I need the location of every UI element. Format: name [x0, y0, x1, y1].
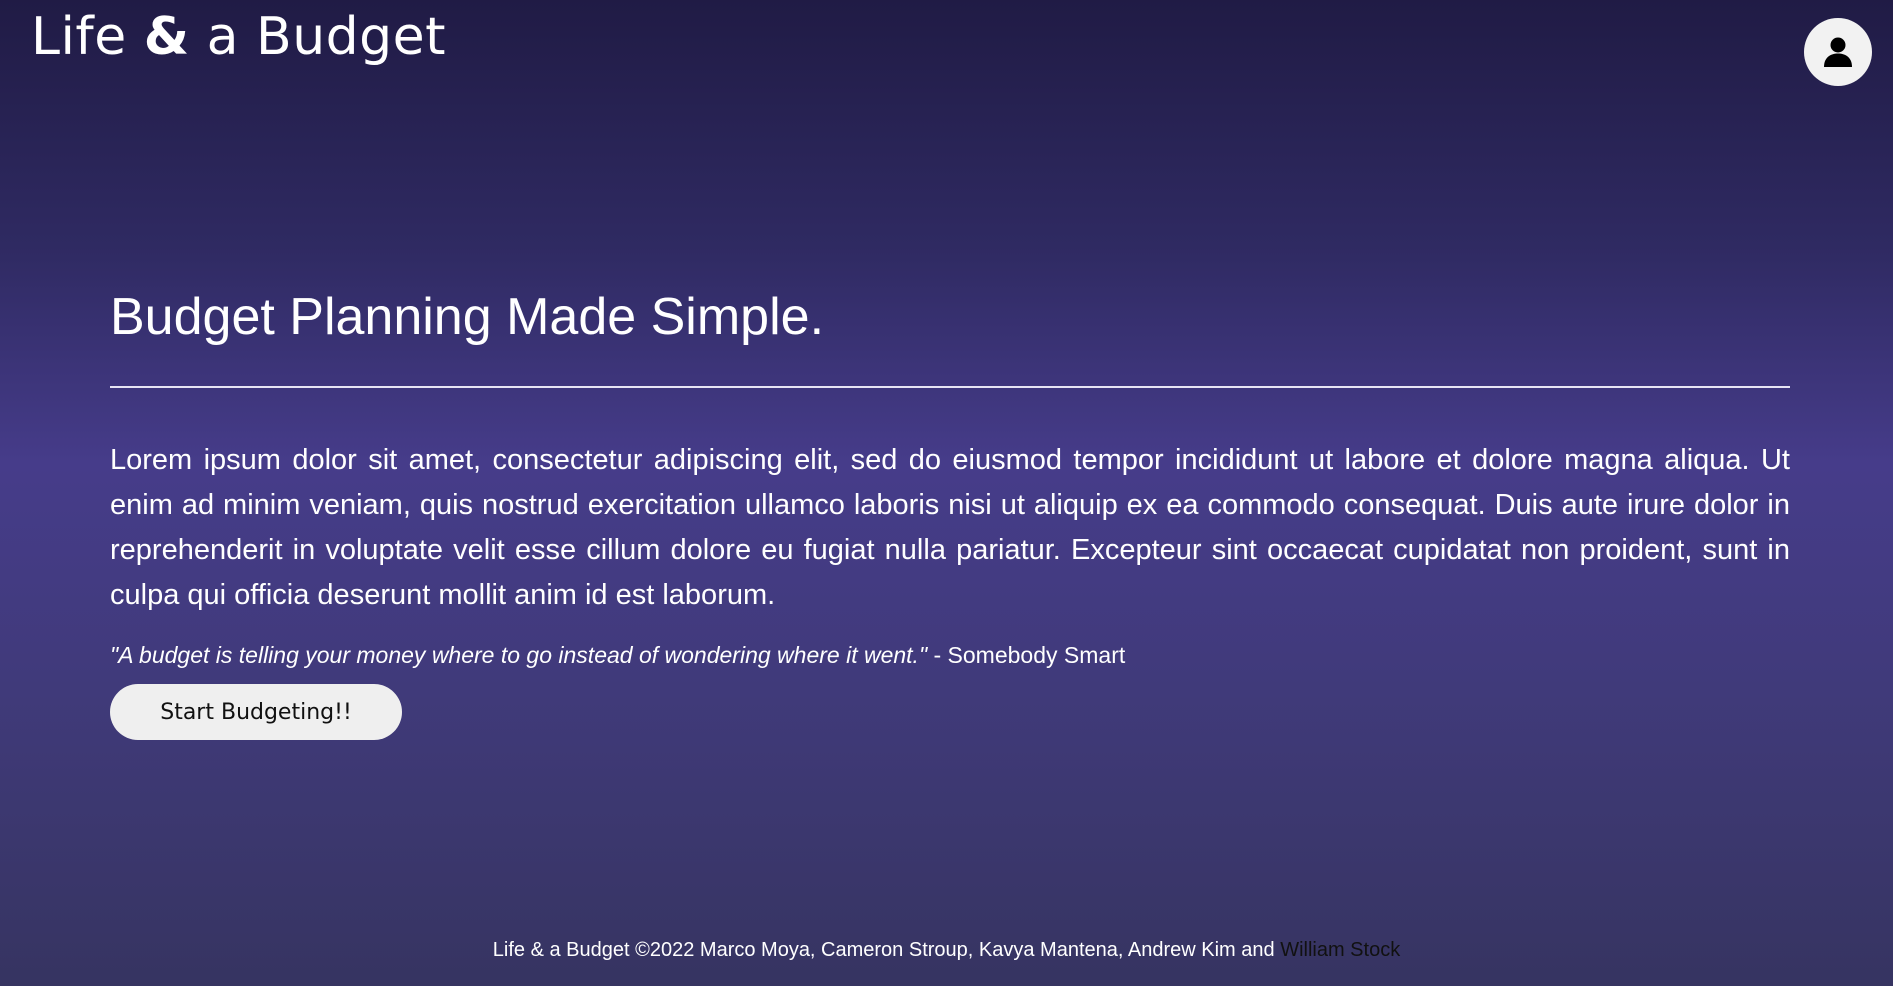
brand-logo[interactable]: Life & a Budget: [31, 6, 446, 68]
start-budgeting-button[interactable]: Start Budgeting!!: [110, 684, 402, 740]
quote: "A budget is telling your money where to…: [110, 640, 1790, 670]
user-icon: [1824, 37, 1852, 67]
hero-section: Budget Planning Made Simple. Lorem ipsum…: [110, 280, 1790, 740]
footer-link-william-stock[interactable]: William Stock: [1280, 939, 1400, 961]
footer-credits: Life & a Budget ©2022 Marco Moya, Camero…: [492, 939, 1281, 961]
quote-author: - Somebody Smart: [927, 642, 1126, 668]
brand-ampersand: &: [143, 7, 190, 67]
brand-text-part1: Life: [31, 7, 144, 67]
brand-text-part2: a Budget: [189, 7, 447, 67]
page-title: Budget Planning Made Simple.: [110, 288, 825, 346]
hero-description: Lorem ipsum dolor sit amet, consectetur …: [110, 444, 1790, 611]
divider: [110, 386, 1790, 388]
quote-text: "A budget is telling your money where to…: [110, 642, 928, 668]
footer: Life & a Budget ©2022 Marco Moya, Camero…: [0, 936, 1893, 964]
account-button[interactable]: [1804, 18, 1872, 86]
